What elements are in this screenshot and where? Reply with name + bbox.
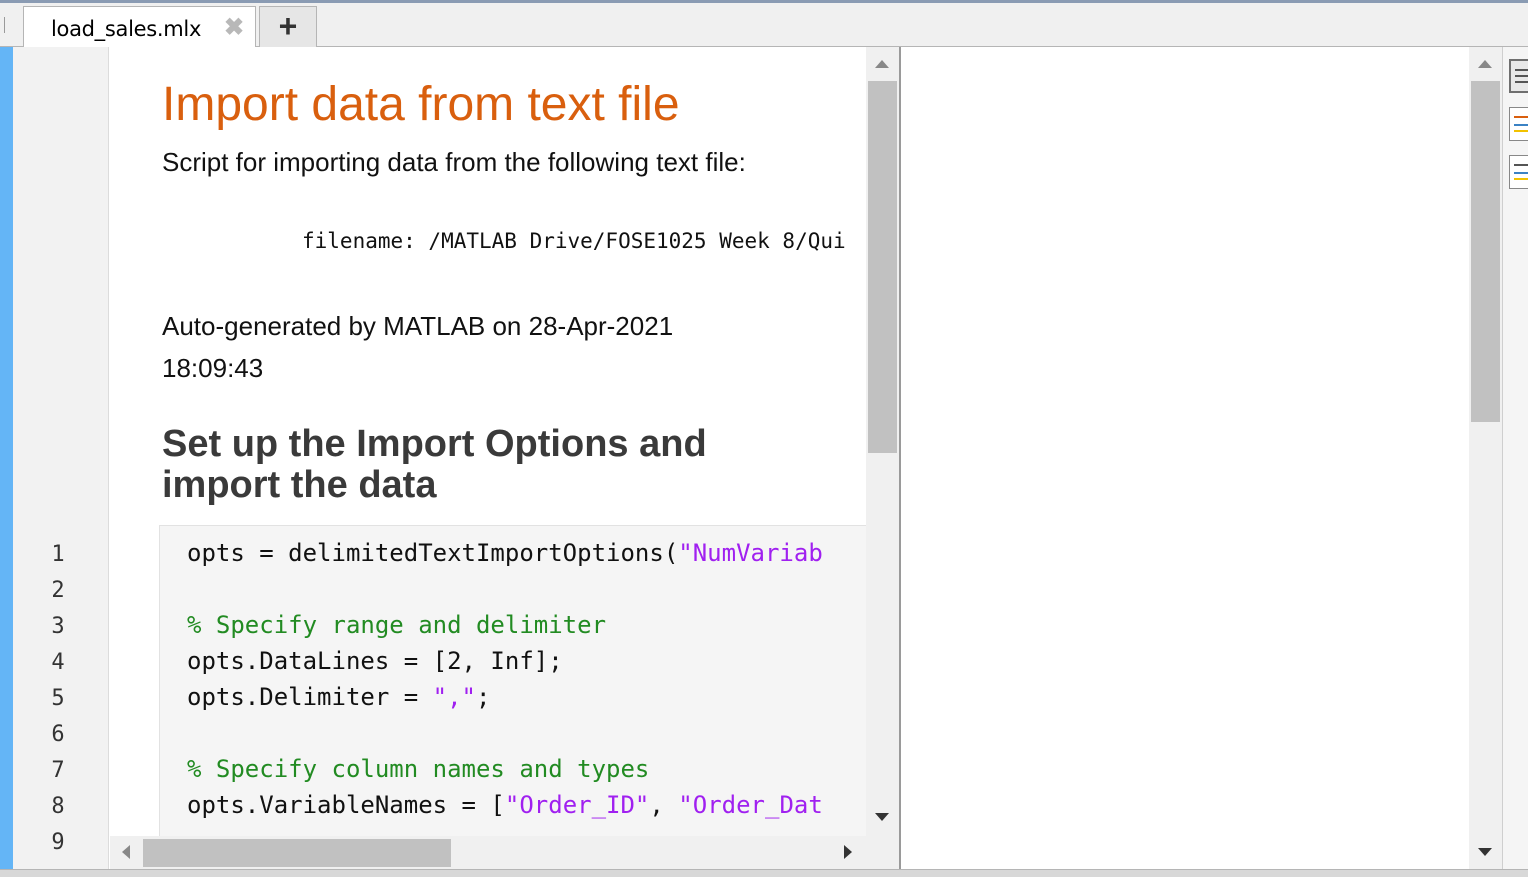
scroll-left-icon[interactable] [122,845,130,859]
close-icon[interactable]: ✖ [224,13,244,42]
code-text: opts.VariableNames = [ [187,791,505,819]
code-string: "NumVariab [678,539,823,567]
tab-label: load_sales.mlx [51,17,202,41]
section-heading-line-2: import the data [162,464,437,506]
code-line-8[interactable]: opts.VariableNames = ["Order_ID", "Order… [187,791,823,819]
scroll-up-icon[interactable] [875,60,889,68]
code-line-7[interactable]: % Specify column names and types [187,755,649,783]
code-line-1[interactable]: opts = delimitedTextImportOptions("NumVa… [187,539,823,567]
icon-line [1515,69,1528,71]
icon-line [1514,178,1528,180]
code-text: ; [476,683,491,711]
intro-text[interactable]: Script for importing data from the follo… [162,147,746,178]
code-block[interactable]: opts = delimitedTextImportOptions("NumVa… [159,525,866,836]
icon-line [1514,130,1528,132]
editor-vertical-scroll-thumb[interactable] [868,81,897,453]
output-vertical-scrollbar[interactable] [1469,47,1502,869]
tab-load-sales[interactable]: load_sales.mlx ✖ [23,6,256,47]
output-vertical-scroll-thumb[interactable] [1471,81,1500,422]
scroll-right-icon[interactable] [844,845,852,859]
line-number: 9 [51,830,65,855]
line-number: 5 [51,686,65,711]
document-title[interactable]: Import data from text file [162,77,680,132]
editor-horizontal-scrollbar[interactable] [110,836,866,869]
hide-code-icon[interactable] [1509,155,1528,189]
code-string: "Order_Dat [678,791,823,819]
output-pane[interactable] [901,47,1469,869]
icon-line [1514,124,1528,126]
code-line-3[interactable]: % Specify range and delimiter [187,611,606,639]
scroll-down-icon[interactable] [875,813,889,821]
scrollbar-corner [866,836,899,869]
live-script-editor[interactable]: Import data from text file Script for im… [110,47,866,836]
add-tab-icon: + [278,8,298,44]
code-line-4[interactable]: opts.DataLines = [2, Inf]; [187,647,563,675]
code-line-5[interactable]: opts.Delimiter = ","; [187,683,490,711]
icon-line [1515,81,1528,83]
icon-line [1514,172,1528,174]
line-number: 2 [51,578,65,603]
line-number: 3 [51,614,65,639]
add-tab-button[interactable]: + [259,6,317,47]
code-text: opts = delimitedTextImportOptions( [187,539,679,567]
output-right-icon[interactable] [1509,59,1528,93]
output-inline-icon[interactable] [1509,107,1528,141]
line-number: 1 [51,542,65,567]
line-number-gutter: 1 2 3 4 5 6 7 8 9 [13,47,109,869]
line-number: 7 [51,758,65,783]
scroll-up-icon[interactable] [1478,60,1492,68]
editor-vertical-scrollbar[interactable] [866,47,899,869]
section-heading-line-1: Set up the Import Options and [162,423,707,465]
view-toolbar [1502,47,1528,869]
section-heading[interactable]: Set up the Import Options and import the… [162,424,802,506]
scroll-down-icon[interactable] [1478,848,1492,856]
icon-line [1515,75,1528,77]
autogen-line-1: Auto-generated by MATLAB on 28-Apr-2021 [162,311,674,341]
line-number: 6 [51,722,65,747]
icon-line [1514,116,1528,118]
autogen-line-2: 18:09:43 [162,353,264,383]
line-number: 8 [51,794,65,819]
code-text: , [649,791,679,819]
filename-text[interactable]: filename: /MATLAB Drive/FOSE1025 Week 8/… [302,229,846,253]
autogen-text[interactable]: Auto-generated by MATLAB on 28-Apr-2021 … [162,305,762,389]
line-number: 4 [51,650,65,675]
editor-focus-strip [0,47,13,869]
code-text: opts.Delimiter = [187,683,433,711]
tab-bar-grip[interactable] [0,17,5,33]
editor-horizontal-scroll-thumb[interactable] [143,839,451,867]
code-string: "Order_ID" [504,791,650,819]
icon-line [1514,164,1528,166]
code-string: "," [432,683,476,711]
tab-bar: load_sales.mlx ✖ + [0,3,1528,47]
